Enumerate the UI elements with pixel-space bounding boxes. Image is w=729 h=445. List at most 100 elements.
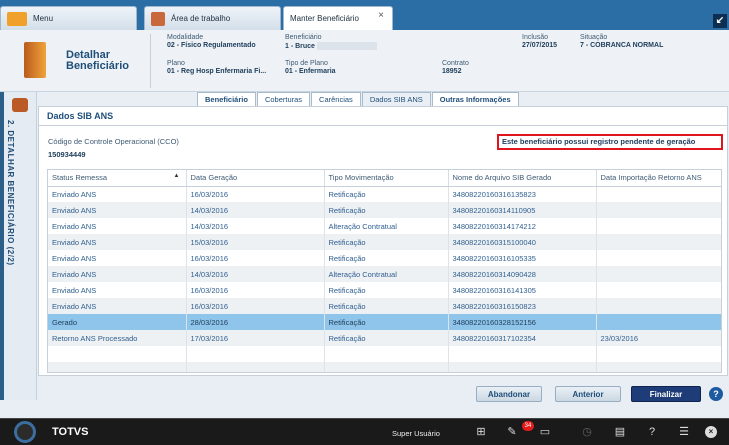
column-header[interactable]: Data Importação Retorno ANS xyxy=(596,170,721,187)
help-circle-icon[interactable]: ? xyxy=(645,425,659,439)
abandonar-button[interactable]: Abandonar xyxy=(476,386,542,402)
table-cell: 34808220160328152156 xyxy=(448,314,597,330)
field-value: 01 - Enfermaria xyxy=(285,68,336,75)
close-icon[interactable]: × xyxy=(378,10,384,21)
table-row[interactable]: Enviado ANS 16/03/2016 Retificação 34808220… xyxy=(48,298,721,314)
table-row[interactable]: Enviado ANS 16/03/2016 Retificação 34808220… xyxy=(48,250,721,266)
table-header-row: Status Remessa ▲ Data Geração Tipo Movime… xyxy=(48,170,721,187)
table-cell xyxy=(596,218,721,234)
page-title: Detalhar Beneficiário xyxy=(66,49,129,72)
table-cell: 17/03/2016 xyxy=(186,330,325,346)
table-row[interactable]: Enviado ANS 14/03/2016 Retificação 34808220… xyxy=(48,202,721,218)
document-icon[interactable]: ▤ xyxy=(613,425,627,439)
table-cell: 14/03/2016 xyxy=(186,266,325,282)
table-cell: 34808220160315100040 xyxy=(448,234,597,250)
field-tipo-plano: Tipo de Plano 01 - Enfermaria xyxy=(285,60,336,76)
table-row[interactable]: Retorno ANS Processado 17/03/2016 Retifica… xyxy=(48,330,721,346)
table-cell xyxy=(448,362,597,372)
table-cell: Enviado ANS xyxy=(48,234,187,250)
bottom-bar: TOTVS Super Usuário ⊞ ✎ ▭ 34 ◷ ▤ ? ☰ × xyxy=(0,418,729,445)
close-icon[interactable]: × xyxy=(705,426,717,438)
message-icon[interactable]: ☰ xyxy=(677,425,691,439)
field-label: Modalidade xyxy=(167,34,204,41)
folder-icon xyxy=(7,11,27,26)
table-cell xyxy=(48,346,187,362)
field-label: Beneficiário xyxy=(285,34,322,41)
table-row[interactable] xyxy=(48,362,721,372)
column-header[interactable]: Nome do Arquivo SIB Gerado xyxy=(448,170,597,187)
sort-asc-icon: ▲ xyxy=(173,173,180,180)
table-cell: 34808220160316105335 xyxy=(448,250,597,266)
tab-dados-sib-ans[interactable]: Dados SIB ANS xyxy=(361,92,431,106)
notification-badge: 34 xyxy=(522,421,534,431)
tab-area-de-trabalho[interactable]: Área de trabalho xyxy=(144,6,281,30)
table-cell xyxy=(448,346,597,362)
table-cell: Retificação xyxy=(324,234,449,250)
field-value: 7 - COBRANCA NORMAL xyxy=(580,42,664,49)
table-cell: Retificação xyxy=(324,282,449,298)
sib-panel: Dados SIB ANS Código de Controle Operaci… xyxy=(38,106,728,376)
table-cell: 34808220160316141305 xyxy=(448,282,597,298)
field-label: Contrato xyxy=(442,60,469,67)
beneficiary-header: Detalhar Beneficiário Modalidade 02 - Fí… xyxy=(0,30,729,92)
current-user[interactable]: Super Usuário xyxy=(392,429,440,438)
table-cell: Alteração Contratual xyxy=(324,218,449,234)
table-cell: 34808220160316150823 xyxy=(448,298,597,314)
table-cell: Gerado xyxy=(48,314,187,330)
table-cell: Retificação xyxy=(324,250,449,266)
table-cell xyxy=(596,314,721,330)
table-cell xyxy=(596,282,721,298)
wrench-icon[interactable]: ✎ xyxy=(505,425,519,439)
table-cell: 16/03/2016 xyxy=(186,186,325,202)
help-icon[interactable]: ? xyxy=(709,387,723,401)
field-inclusao: Inclusão 27/07/2015 xyxy=(522,34,557,50)
field-label: Plano xyxy=(167,60,185,67)
tab-menu[interactable]: Menu xyxy=(0,6,137,30)
table-cell xyxy=(596,266,721,282)
table-cell: 34808220160316135823 xyxy=(448,186,597,202)
totvs-logo-icon[interactable] xyxy=(14,421,36,443)
table-cell xyxy=(324,362,449,372)
tab-carencias[interactable]: Carências xyxy=(311,92,361,106)
field-value: 18952 xyxy=(442,68,462,75)
table-cell xyxy=(186,346,325,362)
column-header[interactable]: Tipo Movimentação xyxy=(324,170,449,187)
clock-icon[interactable]: ◷ xyxy=(580,425,594,439)
table-cell xyxy=(596,362,721,372)
sib-table: Status Remessa ▲ Data Geração Tipo Movime… xyxy=(47,169,722,373)
redacted-block xyxy=(316,42,377,50)
field-label: Tipo de Plano xyxy=(285,60,328,67)
tab-beneficiario[interactable]: Beneficiário xyxy=(197,92,256,106)
table-row[interactable]: Enviado ANS 14/03/2016 Alteração Contratua… xyxy=(48,218,721,234)
table-row[interactable] xyxy=(48,346,721,362)
network-icon[interactable]: ⊞ xyxy=(474,425,488,439)
tab-coberturas[interactable]: Coberturas xyxy=(256,92,311,106)
column-header[interactable]: Status Remessa ▲ xyxy=(48,170,187,187)
chat-icon[interactable]: ▭ xyxy=(538,425,552,439)
finalizar-button[interactable]: Finalizar xyxy=(631,386,701,402)
table-row[interactable]: Gerado 28/03/2016 Retificação 3480822016032… xyxy=(48,314,721,330)
table-cell xyxy=(596,346,721,362)
field-label: Inclusão xyxy=(522,34,549,41)
table-cell: 16/03/2016 xyxy=(186,298,325,314)
table-row[interactable]: Enviado ANS 16/03/2016 Retificação 34808220… xyxy=(48,282,721,298)
table-cell: 14/03/2016 xyxy=(186,202,325,218)
table-row[interactable]: Enviado ANS 14/03/2016 Alteração Contratua… xyxy=(48,266,721,282)
table-cell: Retificação xyxy=(324,202,449,218)
table-cell: Enviado ANS xyxy=(48,298,187,314)
cco-value: 150934449 xyxy=(48,150,86,159)
anterior-button[interactable]: Anterior xyxy=(555,386,621,402)
table-cell xyxy=(596,250,721,266)
table-row[interactable]: Enviado ANS 15/03/2016 Retificação 34808220… xyxy=(48,234,721,250)
top-tab-bar: Menu Área de trabalho Manter Beneficiári… xyxy=(0,0,729,30)
tab-manter-beneficiario[interactable]: Manter Beneficiário × xyxy=(283,6,393,30)
field-beneficiario: Beneficiário 1 - Bruce xyxy=(285,34,377,51)
tab-outras-informacoes[interactable]: Outras Informações xyxy=(431,92,519,106)
table-cell: 28/03/2016 xyxy=(186,314,325,330)
column-header[interactable]: Data Geração xyxy=(186,170,325,187)
collapse-icon[interactable]: ↙ xyxy=(713,14,727,28)
table-row[interactable]: Enviado ANS 16/03/2016 Retificação 34808220… xyxy=(48,186,721,202)
tab-manter-label: Manter Beneficiário xyxy=(290,14,359,23)
table-cell: Retificação xyxy=(324,314,449,330)
table-cell xyxy=(596,298,721,314)
